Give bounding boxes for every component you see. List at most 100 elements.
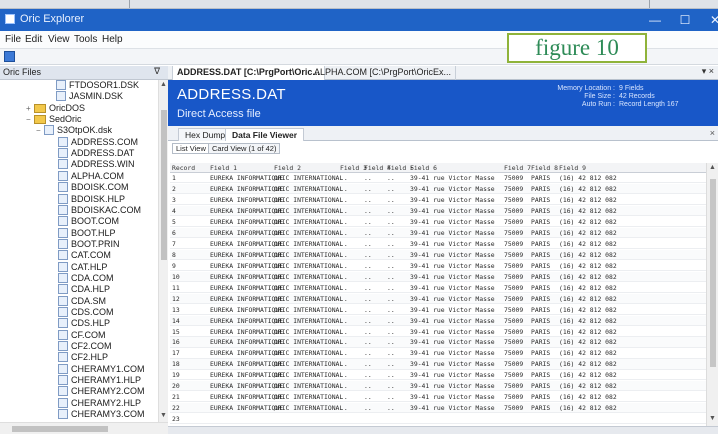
column-header[interactable]: Field 2	[274, 164, 301, 172]
table-cell: PARIS	[531, 228, 551, 237]
meta-values: 9 Fields 42 Records Record Length 167	[619, 85, 714, 109]
grid-vertical-scrollbar[interactable]: ▲ ▼	[706, 163, 718, 426]
table-row[interactable]: 23	[170, 414, 706, 425]
maximize-button[interactable]: ☐	[670, 9, 700, 31]
table-cell: ..	[340, 382, 348, 391]
table-row[interactable]: 1 EUREKA INFORMATIQUE ORIC INTERNATIONAL..…	[170, 173, 706, 184]
tab-alpha-com[interactable]: ALPHA.COM [C:\PrgPort\OricEx...	[310, 66, 457, 80]
table-cell: ORIC INTERNATIONAL	[274, 207, 344, 216]
column-header[interactable]: Field 9	[559, 164, 586, 172]
table-cell: 5	[172, 218, 176, 226]
table-cell: (16) 42 812 082	[559, 316, 617, 325]
tree-horizontal-scrollbar[interactable]	[0, 422, 168, 434]
close-button[interactable]: ✕	[700, 9, 718, 31]
menu-help[interactable]: Help	[102, 34, 123, 45]
table-row[interactable]: 10 EUREKA INFORMATIQUE ORIC INTERNATIONAL.…	[170, 271, 706, 282]
table-cell: (16) 42 812 082	[559, 338, 617, 347]
file-tree: FTDOSOR1.DSK JASMIN.DSK + OricDOS − SedOric − S…	[0, 80, 158, 422]
meta-value: Record Length 167	[619, 101, 679, 108]
tab-list-view[interactable]: List View	[172, 143, 210, 154]
table-cell: 22	[172, 404, 180, 413]
column-header[interactable]: Field 1	[210, 164, 237, 172]
tree-item-label: CDA.SM	[71, 295, 107, 306]
table-cell: EUREKA INFORMATIQUE	[210, 261, 284, 270]
tree-item-label: CDA.COM	[71, 272, 114, 283]
table-row[interactable]: 8 EUREKA INFORMATIQUE ORIC INTERNATIONAL..…	[170, 249, 706, 261]
table-cell: PARIS	[531, 250, 551, 259]
expander-icon[interactable]: −	[26, 115, 34, 124]
scroll-thumb[interactable]	[12, 426, 108, 432]
table-cell: ..	[340, 371, 348, 380]
menu-file[interactable]: File	[5, 34, 21, 45]
scroll-up-icon[interactable]: ▲	[709, 164, 716, 171]
tree-item-label: CF2.HLP	[71, 352, 109, 363]
tab-data-file-viewer[interactable]: Data File Viewer	[225, 128, 305, 141]
table-row[interactable]: 20 EUREKA INFORMATIQUE ORIC INTERNATIONAL.…	[170, 381, 706, 392]
table-row[interactable]: 6 EUREKA INFORMATIQUE ORIC INTERNATIONAL..…	[170, 227, 706, 239]
folder-icon	[34, 115, 46, 125]
folder-icon	[34, 103, 46, 113]
tree-vertical-scrollbar[interactable]: ▲ ▼	[158, 80, 168, 422]
table-cell: (16) 42 812 082	[559, 228, 617, 237]
table-cell: ..	[387, 239, 395, 248]
table-row[interactable]: 5 EUREKA INFORMATIQUE ORIC INTERNATIONAL..…	[170, 217, 706, 228]
scroll-down-icon[interactable]: ▼	[160, 412, 167, 419]
table-cell: 75009	[504, 360, 524, 369]
table-cell: PARIS	[531, 360, 551, 369]
menu-edit[interactable]: Edit	[25, 34, 42, 45]
table-row[interactable]: 2 EUREKA INFORMATIQUE ORIC INTERNATIONAL..…	[170, 184, 706, 195]
tab-list-icon[interactable]: ▾ ×	[702, 66, 714, 77]
table-cell: ORIC INTERNATIONAL	[274, 382, 344, 391]
table-cell: 39-41 rue Victor Masse	[410, 338, 495, 347]
scroll-up-icon[interactable]: ▲	[160, 81, 167, 88]
table-row[interactable]: 13 EUREKA INFORMATIQUE ORIC INTERNATIONAL.…	[170, 305, 706, 315]
menu-tools[interactable]: Tools	[74, 34, 97, 45]
table-row[interactable]: 16 EUREKA INFORMATIQUE ORIC INTERNATIONAL.…	[170, 337, 706, 348]
tree-item-label: OricDOS	[49, 102, 85, 113]
file-icon	[58, 159, 68, 170]
table-row[interactable]: 21 EUREKA INFORMATIQUE ORIC INTERNATIONAL.…	[170, 392, 706, 403]
table-row[interactable]: 12 EUREKA INFORMATIQUE ORIC INTERNATIONAL.…	[170, 293, 706, 304]
table-row[interactable]: 14 EUREKA INFORMATIQUE ORIC INTERNATIONAL.…	[170, 315, 706, 326]
table-row[interactable]: 17 EUREKA INFORMATIQUE ORIC INTERNATIONAL.…	[170, 348, 706, 359]
minimize-button[interactable]: —	[640, 9, 670, 31]
table-cell: 75009	[504, 207, 524, 216]
column-header[interactable]: Field 3	[340, 164, 367, 172]
menu-view[interactable]: View	[48, 34, 70, 45]
table-cell: 75009	[504, 393, 524, 402]
table-cell: 23	[172, 415, 180, 424]
meta-value: 42 Records	[619, 93, 655, 100]
column-header[interactable]: Field 8	[531, 164, 558, 172]
expander-icon[interactable]: −	[36, 126, 44, 135]
expander-icon[interactable]: +	[26, 104, 34, 113]
viewer-mode-tabs: List View Card View (1 of 42)	[170, 143, 718, 155]
table-row[interactable]: 18 EUREKA INFORMATIQUE ORIC INTERNATIONAL.…	[170, 359, 706, 370]
tree-item-label: BDOISK.COM	[71, 182, 129, 193]
table-cell: 75009	[504, 338, 524, 347]
tab-card-view[interactable]: Card View (1 of 42)	[208, 143, 281, 154]
table-row[interactable]: 11 EUREKA INFORMATIQUE ORIC INTERNATIONAL.…	[170, 283, 706, 293]
close-icon[interactable]: ×	[710, 128, 715, 138]
table-cell: ..	[340, 250, 348, 259]
pin-icon[interactable]: ᐁ	[154, 66, 160, 77]
scroll-down-icon[interactable]: ▼	[709, 415, 716, 422]
table-cell: PARIS	[531, 207, 551, 216]
scroll-thumb[interactable]	[161, 110, 167, 260]
table-row[interactable]: 15 EUREKA INFORMATIQUE ORIC INTERNATIONAL.…	[170, 327, 706, 337]
table-row[interactable]: 22 EUREKA INFORMATIQUE ORIC INTERNATIONAL.…	[170, 403, 706, 414]
column-header[interactable]: Field 7	[504, 164, 531, 172]
column-header[interactable]: Record	[172, 164, 195, 172]
scroll-thumb[interactable]	[710, 179, 716, 367]
column-header[interactable]: Field 6	[410, 164, 437, 172]
table-cell: (16) 42 812 082	[559, 404, 617, 413]
table-cell: 75009	[504, 272, 524, 281]
table-row[interactable]: 7 EUREKA INFORMATIQUE ORIC INTERNATIONAL..…	[170, 239, 706, 250]
table-cell: (16) 42 812 082	[559, 272, 617, 281]
table-row[interactable]: 3 EUREKA INFORMATIQUE ORIC INTERNATIONAL..…	[170, 195, 706, 206]
save-icon[interactable]	[4, 51, 15, 62]
tab-address-dat[interactable]: ADDRESS.DAT [C:\PrgPort\Oric...	[172, 66, 325, 80]
table-row[interactable]: 9 EUREKA INFORMATIQUE ORIC INTERNATIONAL..…	[170, 261, 706, 271]
table-row[interactable]: 4 EUREKA INFORMATIQUE ORIC INTERNATIONAL..…	[170, 206, 706, 217]
tree-item[interactable]: CHERAMY3.COM	[50, 409, 145, 422]
table-row[interactable]: 19 EUREKA INFORMATIQUE ORIC INTERNATIONAL.…	[170, 370, 706, 381]
